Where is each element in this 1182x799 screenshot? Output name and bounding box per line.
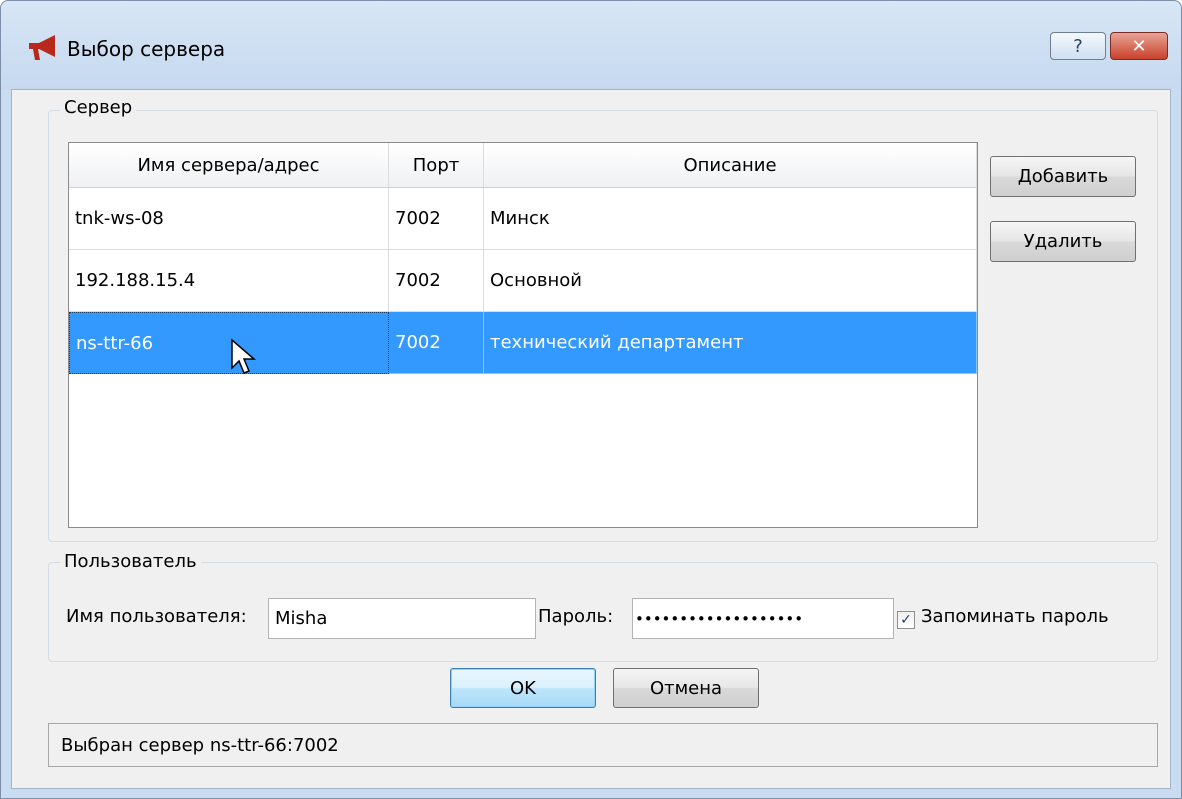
username-input[interactable]: Misha xyxy=(268,598,536,639)
description-cell[interactable]: Минск xyxy=(484,188,977,250)
description-cell[interactable]: технический департамент xyxy=(484,312,977,374)
mouse-cursor-icon xyxy=(231,338,257,374)
password-input[interactable]: ••••••••••••••••••• xyxy=(632,598,894,639)
ok-button[interactable]: OK xyxy=(450,668,596,708)
server-group-title: Сервер xyxy=(60,97,137,118)
close-icon: ✕ xyxy=(1131,35,1147,57)
table-row[interactable]: 192.188.15.4 7002 Основной xyxy=(69,250,977,312)
port-cell[interactable]: 7002 xyxy=(389,188,484,250)
help-button[interactable]: ? xyxy=(1050,32,1106,60)
dialog-client-area: Сервер Имя сервера/адрес Порт Описание t… xyxy=(11,89,1171,789)
user-group-title: Пользователь xyxy=(60,551,201,572)
status-bar: Выбран сервер ns-ttr-66:7002 xyxy=(48,723,1158,767)
help-icon: ? xyxy=(1073,35,1083,57)
port-cell[interactable]: 7002 xyxy=(389,312,484,374)
table-row-selected[interactable]: ns-ttr-66 7002 технический департамент xyxy=(69,312,977,374)
server-table[interactable]: Имя сервера/адрес Порт Описание tnk-ws-0… xyxy=(68,142,978,528)
add-server-button[interactable]: Добавить xyxy=(990,156,1136,197)
column-header-port[interactable]: Порт xyxy=(389,143,484,188)
server-name-cell[interactable]: 192.188.15.4 xyxy=(69,250,389,312)
column-header-description[interactable]: Описание xyxy=(484,143,977,188)
cancel-button[interactable]: Отмена xyxy=(613,668,759,708)
port-cell[interactable]: 7002 xyxy=(389,250,484,312)
description-cell[interactable]: Основной xyxy=(484,250,977,312)
close-button[interactable]: ✕ xyxy=(1110,32,1168,60)
server-name-cell[interactable]: tnk-ws-08 xyxy=(69,188,389,250)
remember-password-checkbox[interactable]: ✓ xyxy=(897,611,915,629)
username-label: Имя пользователя: xyxy=(66,606,247,627)
column-header-server-name[interactable]: Имя сервера/адрес xyxy=(69,143,389,188)
megaphone-icon xyxy=(29,35,55,60)
password-label: Пароль: xyxy=(538,606,614,627)
title-bar[interactable]: Выбор сервера ? ✕ xyxy=(1,1,1181,89)
remember-password-label[interactable]: Запоминать пароль xyxy=(921,606,1109,627)
server-name-cell[interactable]: ns-ttr-66 xyxy=(69,312,389,374)
table-row[interactable]: tnk-ws-08 7002 Минск xyxy=(69,188,977,250)
window-title: Выбор сервера xyxy=(67,37,226,61)
checkmark-icon: ✓ xyxy=(900,612,912,628)
delete-server-button[interactable]: Удалить xyxy=(990,221,1136,262)
dialog-window: Выбор сервера ? ✕ Сервер Имя сервера/адр… xyxy=(0,0,1182,799)
